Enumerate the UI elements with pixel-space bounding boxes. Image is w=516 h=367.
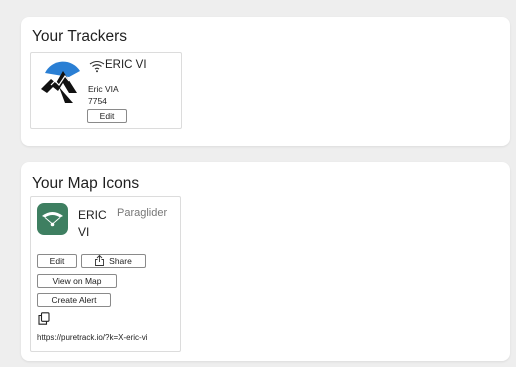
brand-logo [41, 61, 80, 103]
create-alert-button[interactable]: Create Alert [37, 293, 111, 307]
map-icons-title: Your Map Icons [32, 175, 140, 192]
share-button[interactable]: Share [81, 254, 146, 268]
tracker-name: ERIC VI [105, 59, 147, 71]
trackers-title: Your Trackers [32, 28, 128, 45]
share-icon [95, 254, 105, 266]
map-icon-type: Paraglider [117, 207, 168, 219]
share-button-label: Share [109, 256, 132, 266]
wifi-icon [89, 60, 105, 73]
map-icon-name: ERIC VI [78, 208, 107, 239]
map-icon-tile: ERIC VI Paraglider Edit Share View on Ma… [30, 196, 181, 352]
paraglider-icon [42, 212, 63, 227]
map-icon-edit-button[interactable]: Edit [37, 254, 77, 268]
paraglider-badge [37, 203, 68, 235]
trackers-card: Your Trackers ERIC VI Eric VIA 7754 Edit [21, 17, 510, 146]
tracker-edit-button[interactable]: Edit [87, 109, 127, 123]
copy-icon[interactable] [38, 312, 50, 325]
tracker-owner: Eric VIA [88, 84, 119, 94]
share-url[interactable]: https://puretrack.io/?k=X-eric-vi [37, 333, 147, 342]
tracker-tile[interactable]: ERIC VI Eric VIA 7754 Edit [30, 52, 182, 129]
tracker-id: 7754 [88, 96, 107, 106]
view-on-map-button[interactable]: View on Map [37, 274, 117, 288]
map-icons-card: Your Map Icons ERIC VI Paraglider Edit S… [21, 162, 510, 361]
